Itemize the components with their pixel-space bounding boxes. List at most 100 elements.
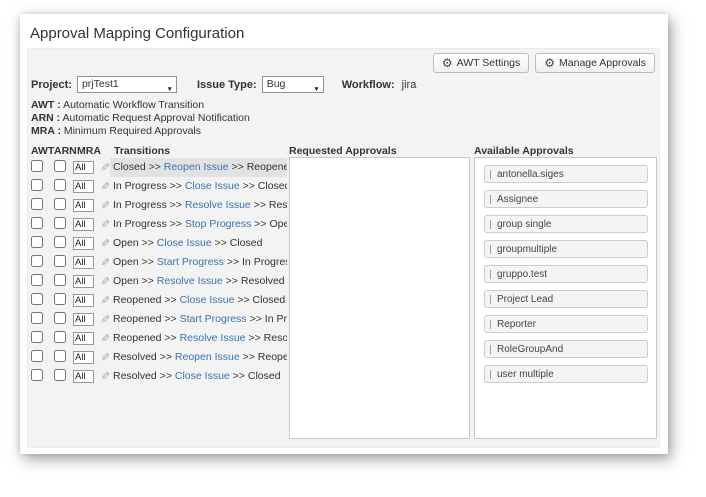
arn-cell [54,330,73,348]
transition-action-link[interactable]: Start Progress [180,313,247,325]
approval-item-label: Reporter [497,319,536,330]
approval-item-label: group single [497,219,551,230]
edit-pencil-icon[interactable]: ✎ [99,237,110,250]
mra-input[interactable] [73,161,94,174]
arn-checkbox[interactable] [54,198,66,210]
mra-input[interactable] [73,370,94,383]
edit-pencil-icon[interactable]: ✎ [99,370,110,383]
approval-item[interactable]: groupmultiple [484,240,648,258]
approval-item[interactable]: RoleGroupAnd [484,340,648,358]
edit-pencil-icon[interactable]: ✎ [99,199,110,212]
transition-cell[interactable]: Reopened >> Start Progress >> In Progres… [110,310,287,329]
mra-input[interactable] [73,313,94,326]
awt-checkbox[interactable] [31,160,43,172]
mra-input[interactable] [73,294,94,307]
arn-checkbox[interactable] [54,217,66,229]
awt-checkbox[interactable] [31,331,43,343]
transition-cell[interactable]: Open >> Close Issue >> Closed [110,234,287,253]
edit-pencil-icon[interactable]: ✎ [99,351,110,364]
transition-cell[interactable]: Open >> Start Progress >> In Progress [110,253,287,272]
edit-pencil-icon[interactable]: ✎ [99,332,110,345]
transition-action-link[interactable]: Reopen Issue [164,161,229,173]
awt-checkbox[interactable] [31,293,43,305]
manage-approvals-button[interactable]: ⚙ Manage Approvals [535,53,655,73]
transition-cell[interactable]: Closed >> Reopen Issue >> Reopened [110,158,287,177]
transition-cell[interactable]: Reopened >> Close Issue >> Closed [110,291,287,310]
approval-item[interactable]: Project Lead [484,290,648,308]
mra-input[interactable] [73,332,94,345]
edit-pencil-icon[interactable]: ✎ [99,275,110,288]
arn-checkbox[interactable] [54,350,66,362]
transition-action-link[interactable]: Resolve Issue [180,332,246,344]
awt-checkbox[interactable] [31,236,43,248]
mra-input[interactable] [73,199,94,212]
transition-cell[interactable]: Reopened >> Resolve Issue >> Resolved [110,329,287,348]
available-approvals-list[interactable]: antonella.siges Assignee group single group… [474,157,657,439]
project-select[interactable]: prjTest1 ▼ [77,76,177,93]
requested-approvals-list[interactable] [289,157,470,439]
arn-checkbox[interactable] [54,255,66,267]
awt-checkbox[interactable] [31,217,43,229]
issue-type-select[interactable]: Bug ▼ [262,76,324,93]
awt-checkbox[interactable] [31,255,43,267]
arn-checkbox[interactable] [54,331,66,343]
approval-item[interactable]: group single [484,215,648,233]
mra-input[interactable] [73,218,94,231]
transitions-column-header: Transitions [114,145,170,157]
awt-checkbox[interactable] [31,274,43,286]
arn-checkbox[interactable] [54,312,66,324]
transition-action-link[interactable]: Close Issue [175,370,230,382]
drag-grip-icon [490,220,491,229]
transition-action-link[interactable]: Close Issue [157,237,212,249]
awt-checkbox[interactable] [31,198,43,210]
approval-item[interactable]: gruppo.test [484,265,648,283]
transition-action-link[interactable]: Stop Progress [185,218,252,230]
awt-cell [31,311,54,329]
transition-cell[interactable]: Resolved >> Reopen Issue >> Reopened [110,348,287,367]
transition-from: In Progress [113,180,167,192]
edit-pencil-icon[interactable]: ✎ [99,180,110,193]
edit-pencil-icon[interactable]: ✎ [99,161,110,174]
awt-checkbox[interactable] [31,179,43,191]
awt-checkbox[interactable] [31,312,43,324]
arn-checkbox[interactable] [54,236,66,248]
drag-grip-icon [490,320,491,329]
legend-line-mra: MRA : Minimum Required Approvals [31,125,250,138]
transition-action-link[interactable]: Reopen Issue [175,351,240,363]
transition-action-link[interactable]: Start Progress [157,256,224,268]
mra-input[interactable] [73,351,94,364]
edit-pencil-icon[interactable]: ✎ [99,218,110,231]
arn-checkbox[interactable] [54,369,66,381]
arn-checkbox[interactable] [54,160,66,172]
edit-pencil-icon[interactable]: ✎ [99,256,110,269]
approval-item[interactable]: Assignee [484,190,648,208]
transition-cell[interactable]: In Progress >> Close Issue >> Closed [110,177,287,196]
legend-abbr: MRA : [31,125,61,137]
approval-item[interactable]: antonella.siges [484,165,648,183]
awt-settings-button[interactable]: ⚙ AWT Settings [433,53,529,73]
edit-pencil-icon[interactable]: ✎ [99,294,110,307]
transition-row: ✎In Progress >> Close Issue >> Closed [28,177,287,196]
approval-item[interactable]: user multiple [484,365,648,383]
transition-cell[interactable]: Resolved >> Close Issue >> Closed [110,367,287,386]
transition-cell[interactable]: In Progress >> Resolve Issue >> Resolved [110,196,287,215]
mra-input[interactable] [73,275,94,288]
arn-checkbox[interactable] [54,274,66,286]
transition-cell[interactable]: In Progress >> Stop Progress >> Open [110,215,287,234]
transition-cell[interactable]: Open >> Resolve Issue >> Resolved [110,272,287,291]
mra-input[interactable] [73,180,94,193]
awt-checkbox[interactable] [31,369,43,381]
mra-input[interactable] [73,256,94,269]
approval-item[interactable]: Reporter [484,315,648,333]
arn-checkbox[interactable] [54,293,66,305]
transition-action-link[interactable]: Resolve Issue [157,275,223,287]
transition-action-link[interactable]: Resolve Issue [185,199,251,211]
transition-action-link[interactable]: Close Issue [185,180,240,192]
awt-cell [31,235,54,253]
arn-checkbox[interactable] [54,179,66,191]
awt-checkbox[interactable] [31,350,43,362]
transition-row: ✎Resolved >> Close Issue >> Closed [28,367,287,386]
mra-input[interactable] [73,237,94,250]
edit-pencil-icon[interactable]: ✎ [99,313,110,326]
transition-action-link[interactable]: Close Issue [180,294,235,306]
